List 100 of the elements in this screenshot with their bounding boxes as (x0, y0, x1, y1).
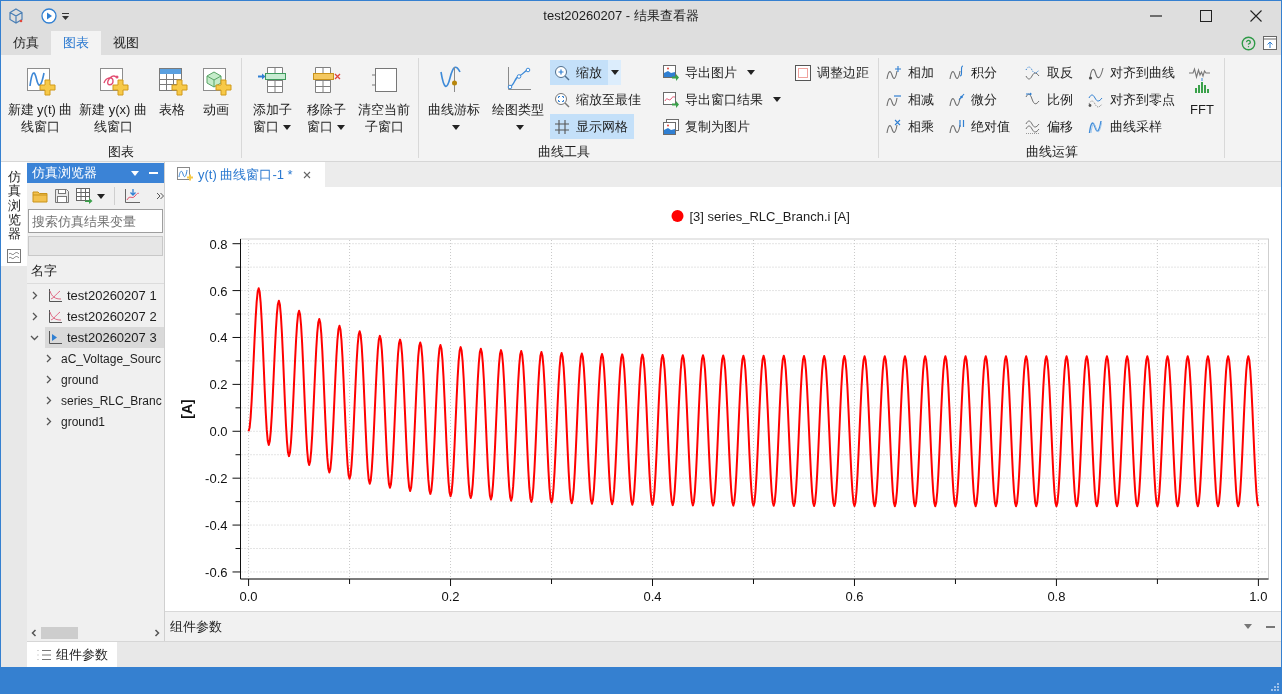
tree-item[interactable]: test20260207 2 (45, 306, 164, 327)
column-header[interactable]: 名字 (31, 261, 57, 281)
ribbon-button[interactable]: 相加 (882, 60, 940, 85)
axis-tick-label: -0.2 (205, 471, 228, 487)
menu-tab[interactable]: 仿真 (1, 31, 51, 55)
ribbon-button[interactable]: 导出窗口结果 (659, 87, 787, 112)
chevron-right-icon[interactable] (44, 396, 53, 405)
ribbon-button[interactable]: 相乘 (882, 114, 940, 139)
wave-box-icon (7, 249, 21, 264)
ribbon-button[interactable]: 表格 (150, 58, 194, 143)
chevron-right-icon (153, 629, 161, 637)
scrollbar-thumb[interactable] (41, 627, 78, 639)
chevron-right-icon[interactable] (44, 354, 53, 363)
minimize-icon (1150, 15, 1162, 17)
axis-tick-label: 0.6 (845, 589, 864, 604)
ribbon-button[interactable]: 积分 (945, 60, 1003, 85)
axis-tick-label: 0.0 (209, 424, 228, 440)
wave-cross-icon (886, 118, 902, 135)
ribbon-button[interactable]: 绘图类型 (486, 58, 550, 143)
chevron-right-icon[interactable] (44, 375, 53, 384)
menu-tab[interactable]: 视图 (101, 31, 151, 55)
cube-icon[interactable] (8, 8, 24, 24)
search-field[interactable]: 搜索仿真结果变量 (28, 209, 163, 233)
tree-item[interactable]: test20260207 1 (45, 285, 164, 306)
ribbon-button[interactable]: 对齐到零点 (1084, 87, 1181, 112)
close-icon[interactable] (302, 170, 311, 179)
tree-item[interactable]: aC_Voltage_Sourc (59, 348, 164, 369)
panel-title: 组件参数 (170, 617, 223, 636)
ribbon-button[interactable]: 缩放 (550, 60, 608, 85)
ribbon-button[interactable]: 添加子窗口 (245, 58, 299, 143)
double-chevron-icon[interactable] (156, 192, 164, 200)
ribbon-button[interactable]: 相减 (882, 87, 940, 112)
ribbon-button[interactable]: FFT (1183, 58, 1221, 143)
axis-tick-label: 0.8 (209, 236, 228, 252)
minimize-icon[interactable] (1266, 625, 1275, 628)
ribbon-button[interactable]: 微分 (945, 87, 1003, 112)
ribbon-button[interactable]: 复制为图片 (659, 114, 756, 139)
chart-import-icon[interactable] (124, 188, 140, 204)
wave-plus-icon (886, 64, 902, 81)
close-icon (1250, 10, 1262, 22)
maximize-icon (1200, 10, 1212, 22)
zigzag-wave-icon (1088, 118, 1104, 135)
ribbon-button[interactable]: 绝对值 (945, 114, 1016, 139)
ribbon-button[interactable]: 清空当前子窗口 (353, 58, 415, 143)
ribbon-button[interactable]: 导出图片 (659, 60, 761, 85)
legend-label: [3] series_RLC_Branch.i [A] (689, 209, 850, 224)
zoom-fit-icon (554, 91, 570, 108)
dotted-frame-icon (795, 64, 811, 81)
grid-arrow-icon (256, 64, 288, 96)
caret-icon (131, 170, 139, 176)
chevron-right-icon[interactable] (30, 291, 39, 300)
tree-item[interactable]: series_RLC_Branc (59, 390, 164, 411)
tree-item[interactable]: ground1 (59, 411, 164, 432)
caret-icon (97, 193, 105, 199)
dropdown-button[interactable] (608, 60, 621, 85)
panel-title: 仿真浏览器 (32, 164, 98, 183)
wave-bars-icon (949, 118, 965, 135)
ribbon-button[interactable]: 缩放至最佳 (550, 87, 647, 112)
grid-cross-icon (310, 64, 342, 96)
tree-item[interactable]: test20260207 3 (45, 327, 164, 348)
ribbon-button[interactable]: 偏移 (1021, 114, 1079, 139)
axis-tick-label: 0.6 (209, 283, 228, 299)
save-icon[interactable] (54, 188, 70, 204)
document-tab[interactable]: y(t) 曲线窗口-1 * (165, 162, 325, 187)
list-icon (36, 648, 51, 661)
ribbon-button[interactable]: 曲线采样 (1084, 114, 1168, 139)
ribbon-button[interactable]: 比例 (1021, 87, 1079, 112)
side-tab[interactable]: 仿真浏览器 (1, 162, 27, 266)
ribbon-button[interactable]: 新建 y(t) 曲线窗口 (4, 58, 76, 143)
axis-tick-label: 0.2 (209, 377, 228, 393)
wave-tangent-icon (949, 91, 965, 108)
tree-item[interactable]: ground (59, 369, 164, 390)
ribbon-button[interactable]: 对齐到曲线 (1084, 60, 1181, 85)
wave-integral-icon (949, 64, 965, 81)
ribbon-button[interactable]: 调整边距 (791, 60, 875, 85)
resize-grip-icon (1271, 683, 1279, 691)
play-icon[interactable] (41, 8, 57, 24)
group-label: 曲线工具 (537, 143, 590, 160)
group-label: 图表 (108, 143, 134, 160)
ribbon-button[interactable]: 取反 (1021, 60, 1079, 85)
help-icon[interactable] (1241, 35, 1256, 51)
chevron-right-icon[interactable] (30, 312, 39, 321)
bottom-tab[interactable]: 组件参数 (27, 642, 117, 667)
window-title: test20260207 - 结果查看器 (543, 7, 699, 26)
double-wave-icon (1025, 64, 1041, 81)
table-arrow-icon[interactable] (76, 188, 93, 204)
menu-tab[interactable]: 图表 (51, 31, 101, 55)
chevron-right-icon[interactable] (44, 417, 53, 426)
ribbon-button[interactable]: 动画 (194, 58, 238, 143)
chevron-left-icon (30, 629, 38, 637)
ribbon-button[interactable]: 移除子窗口 (299, 58, 353, 143)
ribbon-button[interactable]: 曲线游标 (422, 58, 486, 143)
axis-tick-label: 0.0 (239, 589, 258, 604)
chevron-down-icon[interactable] (30, 333, 39, 342)
group-label: 曲线运算 (1025, 143, 1078, 160)
menu-caret-icon[interactable] (62, 12, 69, 20)
zoom-in-icon (554, 64, 570, 81)
ribbon-button[interactable]: 新建 y(x) 曲线窗口 (76, 58, 150, 143)
chart-plus-icon (177, 166, 193, 183)
ribbon-button[interactable]: 显示网格 (550, 114, 634, 139)
